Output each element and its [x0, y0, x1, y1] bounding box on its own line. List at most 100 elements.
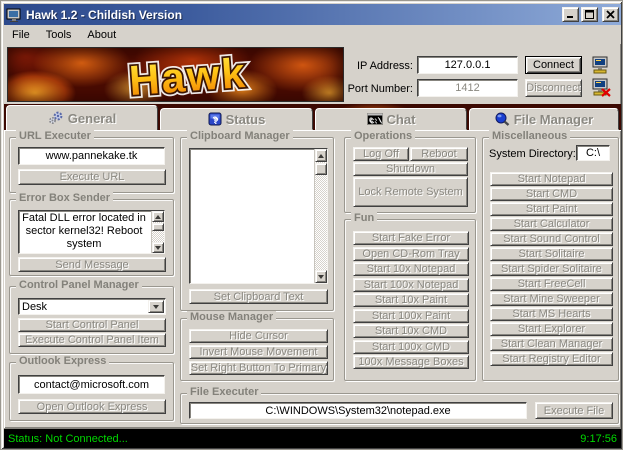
- maximize-icon: [585, 10, 594, 19]
- miscellaneous-button[interactable]: Start Explorer: [490, 322, 613, 336]
- arrow-down-icon: [318, 275, 324, 279]
- miscellaneous-button[interactable]: Start Sound Control: [490, 232, 613, 246]
- miscellaneous-button[interactable]: Start CMD: [490, 187, 613, 201]
- tab-general-label: General: [68, 111, 116, 126]
- status-bar: Status: Not Connected... 9:17:56: [4, 428, 621, 448]
- mouse-manager-button[interactable]: Set Right Button To Primary: [189, 361, 328, 375]
- title-bar: Hawk 1.2 - Childish Version: [4, 4, 621, 25]
- shutdown-button[interactable]: Shutdown: [353, 162, 468, 176]
- email-input[interactable]: [18, 375, 165, 394]
- error-message-box[interactable]: Fatal DLL error located in sector kernel…: [18, 210, 165, 254]
- minimize-icon: [566, 10, 575, 19]
- connect-button[interactable]: Connect: [525, 56, 582, 74]
- scrollbar-thumb[interactable]: [152, 223, 164, 231]
- miscellaneous-title: Miscellaneous: [489, 130, 570, 142]
- clipboard-text-box[interactable]: [189, 148, 328, 284]
- port-number-label: Port Number:: [342, 83, 413, 95]
- ip-address-input[interactable]: [417, 56, 518, 74]
- execute-file-button[interactable]: Execute File: [535, 402, 613, 419]
- disconnect-button[interactable]: Disconnect: [525, 79, 582, 97]
- dropdown-selected-value: Desk: [22, 301, 47, 313]
- file-path-input[interactable]: [189, 402, 527, 419]
- menu-item[interactable]: File: [4, 27, 38, 43]
- clock: 9:17:56: [580, 433, 617, 445]
- log-off-button[interactable]: Log Off: [353, 147, 409, 161]
- lock-remote-system-button[interactable]: Lock Remote System: [353, 177, 468, 207]
- scrollbar-thumb[interactable]: [315, 163, 327, 175]
- fun-button[interactable]: Start 10x Notepad: [353, 262, 469, 276]
- file-search-icon: [495, 112, 510, 126]
- error-box-scrollbar[interactable]: [151, 211, 164, 253]
- flame-banner: Hawk Hawk: [7, 47, 344, 102]
- open-outlook-express-button[interactable]: Open Outlook Express: [18, 399, 166, 414]
- fun-button[interactable]: Start 10x CMD: [353, 324, 469, 338]
- tab-chat[interactable]: C:\ Chat: [315, 108, 467, 130]
- fun-button[interactable]: Start 100x Paint: [353, 309, 469, 323]
- menu-item[interactable]: About: [79, 27, 124, 43]
- fun-buttons: Start Fake ErrorOpen CD-Rom TrayStart 10…: [353, 231, 469, 369]
- fun-button[interactable]: Start Fake Error: [353, 231, 469, 245]
- close-button[interactable]: [602, 7, 619, 22]
- status-shield-icon: ?: [208, 112, 222, 126]
- port-number-input[interactable]: [417, 79, 518, 97]
- scroll-down-button[interactable]: [315, 270, 327, 283]
- tab-file-manager[interactable]: File Manager: [469, 108, 619, 130]
- menu-bar: FileToolsAbout: [4, 25, 621, 44]
- scroll-up-button[interactable]: [152, 211, 164, 222]
- mouse-manager-button[interactable]: Invert Mouse Movement: [189, 345, 328, 359]
- dropdown-arrow-button[interactable]: [148, 300, 164, 313]
- set-clipboard-text-button[interactable]: Set Clipboard Text: [189, 289, 328, 304]
- miscellaneous-button[interactable]: Start Calculator: [490, 217, 613, 231]
- svg-text:C:\: C:\: [369, 118, 382, 126]
- file-executer-group: File Executer Execute File: [180, 393, 619, 424]
- fun-button[interactable]: Open CD-Rom Tray: [353, 247, 469, 261]
- miscellaneous-button[interactable]: Start Paint: [490, 202, 613, 216]
- miscellaneous-button[interactable]: Start MS Hearts: [490, 307, 613, 321]
- minimize-button[interactable]: [562, 7, 579, 22]
- tab-status-label: Status: [226, 112, 266, 127]
- connect-host-icon: [591, 56, 613, 74]
- start-control-panel-button[interactable]: Start Control Panel: [18, 318, 166, 332]
- chevron-down-icon: [153, 305, 159, 309]
- execute-control-panel-item-button[interactable]: Execute Control Panel Item: [18, 333, 166, 347]
- send-message-button[interactable]: Send Message: [18, 257, 166, 272]
- fun-button[interactable]: Start 100x CMD: [353, 340, 469, 354]
- scroll-up-button[interactable]: [315, 149, 327, 162]
- system-directory-input[interactable]: [576, 145, 610, 161]
- miscellaneous-button[interactable]: Start Notepad: [490, 172, 613, 186]
- fun-button[interactable]: Start 100x Notepad: [353, 278, 469, 292]
- tab-chat-label: Chat: [387, 112, 416, 127]
- mouse-manager-button[interactable]: Hide Cursor: [189, 329, 328, 343]
- miscellaneous-group: Miscellaneous System Directory: Start No…: [482, 137, 619, 381]
- control-panel-manager-group: Control Panel Manager Desk Start Control…: [9, 286, 174, 354]
- miscellaneous-button[interactable]: Start Solitaire: [490, 247, 613, 261]
- error-message-text: Fatal DLL error located in sector kernel…: [20, 211, 148, 253]
- miscellaneous-button[interactable]: Start Mine Sweeper: [490, 292, 613, 306]
- miscellaneous-button[interactable]: Start Clean Manager: [490, 337, 613, 351]
- hawk-logo: Hawk Hawk: [38, 48, 338, 102]
- scroll-down-button[interactable]: [152, 242, 164, 253]
- fun-button[interactable]: Start 10x Paint: [353, 293, 469, 307]
- clipboard-scrollbar[interactable]: [314, 149, 327, 283]
- fun-group: Fun Start Fake ErrorOpen CD-Rom TrayStar…: [344, 219, 476, 381]
- control-panel-dropdown[interactable]: Desk: [18, 298, 166, 315]
- miscellaneous-button[interactable]: Start FreeCell: [490, 277, 613, 291]
- arrow-down-icon: [155, 246, 161, 250]
- tab-status[interactable]: ? Status: [160, 108, 313, 130]
- miscellaneous-button[interactable]: Start Spider Solitaire: [490, 262, 613, 276]
- maximize-button[interactable]: [581, 7, 598, 22]
- tab-general[interactable]: General: [6, 105, 158, 130]
- mouse-manager-buttons: Hide Cursor Invert Mouse Movement Set Righ…: [189, 329, 328, 375]
- system-directory-label: System Directory:: [489, 148, 576, 160]
- reboot-button[interactable]: Reboot: [410, 147, 468, 161]
- control-panel-manager-title: Control Panel Manager: [16, 279, 142, 291]
- svg-text:?: ?: [212, 115, 218, 125]
- fun-button[interactable]: 100x Message Boxes: [353, 355, 469, 369]
- url-input[interactable]: [18, 147, 165, 165]
- miscellaneous-button[interactable]: Start Registry Editor: [490, 352, 613, 366]
- url-executer-title: URL Executer: [16, 130, 94, 142]
- execute-url-button[interactable]: Execute URL: [18, 169, 166, 185]
- menu-item[interactable]: Tools: [38, 27, 80, 43]
- outlook-express-title: Outlook Express: [16, 355, 109, 367]
- clipboard-text: [191, 149, 311, 283]
